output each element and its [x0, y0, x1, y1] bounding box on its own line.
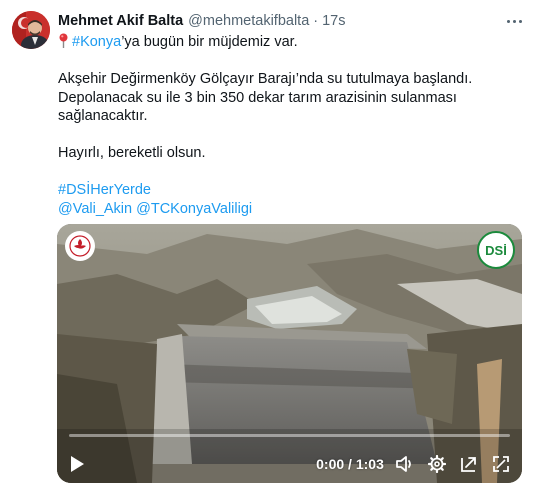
volume-icon: [396, 456, 411, 472]
more-options-button[interactable]: [504, 11, 524, 31]
dsi-logo: DSİ: [477, 231, 515, 269]
video-player[interactable]: DSİ 0:00 / 1:03: [57, 224, 522, 483]
popout-button[interactable]: [457, 449, 481, 479]
tweet-text: #Konya’ya bugün bir müjdemiz var. Akşehi…: [58, 33, 528, 218]
video-thumbnail: [57, 224, 522, 483]
text-line4: sağlanacaktır.: [58, 108, 148, 124]
more-horizontal-icon: [506, 19, 510, 23]
play-icon: [71, 456, 84, 472]
konya-governorship-logo: [65, 231, 95, 261]
text-line3: Depolanacak su ile 3 bin 350 dekar tarım…: [58, 89, 457, 106]
text-line5: Hayırlı, bereketli olsun.: [58, 145, 206, 161]
mention-valilik[interactable]: @TCKonyaValiligi: [136, 201, 252, 217]
gear-icon: [428, 455, 446, 473]
video-controls: 0:00 / 1:03: [57, 449, 522, 479]
mention-vali[interactable]: @Vali_Akin: [58, 201, 132, 217]
video-progress-bar[interactable]: [69, 434, 510, 437]
timestamp[interactable]: 17s: [322, 13, 345, 29]
text-line2: Akşehir Değirmenköy Gölçayır Barajı’nda …: [58, 71, 473, 87]
author-handle[interactable]: @mehmetakifbalta: [188, 13, 309, 29]
video-timecode: 0:00 / 1:03: [316, 456, 384, 472]
round-pushpin-icon: [59, 33, 68, 48]
hashtag-dsi[interactable]: #DSİHerYerde: [58, 181, 528, 200]
text-line1: ’ya bugün bir müjdemiz var.: [121, 34, 298, 50]
hashtag-konya[interactable]: #Konya: [72, 34, 121, 50]
fullscreen-icon: [493, 456, 509, 472]
settings-button[interactable]: [425, 449, 449, 479]
volume-button[interactable]: [393, 449, 417, 479]
avatar[interactable]: [12, 11, 50, 49]
play-button[interactable]: [65, 449, 89, 479]
popout-icon: [461, 457, 476, 472]
separator-dot: ·: [313, 13, 319, 29]
fullscreen-button[interactable]: [489, 449, 513, 479]
profile-photo: [12, 11, 50, 49]
tweet[interactable]: Mehmet Akif Balta @mehmetakifbalta · 17s…: [0, 0, 541, 485]
author-name[interactable]: Mehmet Akif Balta: [58, 13, 183, 29]
